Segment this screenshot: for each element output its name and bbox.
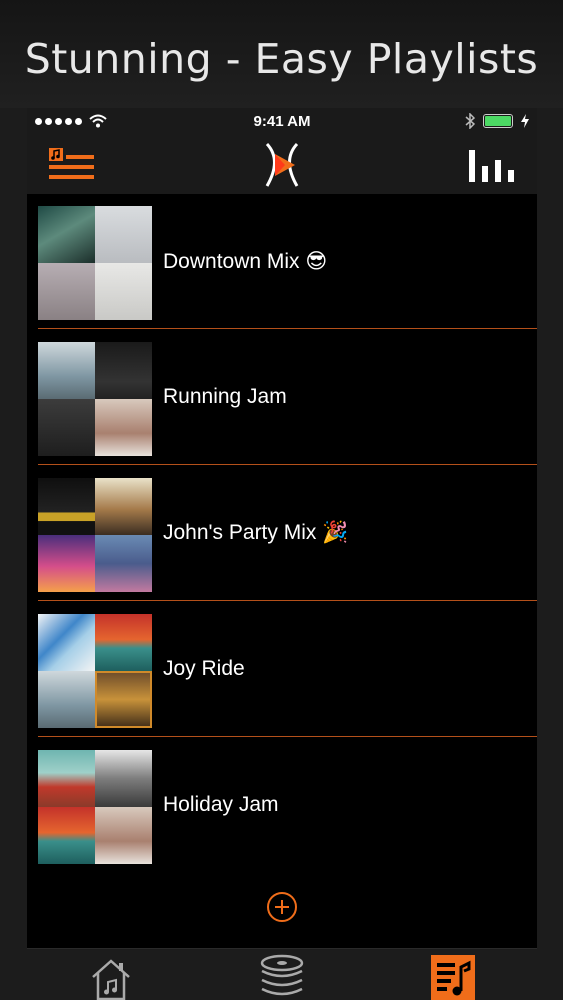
album-cover [38, 342, 95, 399]
row-divider [38, 600, 537, 601]
row-divider [38, 328, 537, 329]
album-cover [95, 399, 152, 456]
row-divider [38, 736, 537, 737]
playlist-title: Running Jam [163, 385, 287, 408]
album-cover [95, 614, 152, 671]
battery-icon [483, 114, 513, 128]
nav-bar [27, 136, 537, 194]
status-bar: 9:41 AM [27, 108, 537, 136]
album-cover [38, 750, 95, 807]
row-divider [38, 464, 537, 465]
album-cover [38, 206, 95, 263]
charging-bolt-icon [521, 114, 529, 128]
playlist-menu-icon[interactable] [47, 146, 95, 184]
phone-screen: 9:41 AM Downtown Mix 😎 Running Jam John'… [27, 108, 537, 1000]
library-stack-icon[interactable] [259, 953, 305, 1000]
playlist-row[interactable]: Downtown Mix 😎 [27, 204, 537, 340]
playlist-artwork [38, 614, 152, 728]
app-logo-icon [265, 142, 299, 187]
equalizer-icon[interactable] [467, 146, 515, 186]
album-cover [95, 671, 152, 728]
playlist-row[interactable]: Joy Ride [27, 612, 537, 748]
playlist-row[interactable]: Running Jam [27, 340, 537, 476]
playlist-row[interactable]: John's Party Mix 🎉 [27, 476, 537, 612]
playlist-row[interactable]: Holiday Jam [27, 748, 537, 884]
promo-headline: Stunning - Easy Playlists [0, 0, 563, 108]
bluetooth-icon [465, 113, 475, 129]
album-cover [38, 478, 95, 535]
playlist-artwork [38, 342, 152, 456]
album-cover [38, 263, 95, 320]
playlist-list: Downtown Mix 😎 Running Jam John's Party … [27, 204, 537, 884]
album-cover [95, 342, 152, 399]
album-cover [38, 671, 95, 728]
album-cover [95, 750, 152, 807]
album-cover [38, 535, 95, 592]
album-cover [38, 399, 95, 456]
playlist-title: Downtown Mix 😎 [163, 250, 328, 273]
tab-bar [27, 948, 537, 1000]
playlists-icon[interactable] [431, 955, 475, 1000]
home-music-icon[interactable] [89, 955, 133, 1000]
playlist-title: John's Party Mix 🎉 [163, 521, 349, 544]
album-cover [38, 614, 95, 671]
album-cover [95, 206, 152, 263]
status-time: 9:41 AM [253, 113, 311, 130]
playlist-title: Holiday Jam [163, 793, 279, 816]
playlist-title: Joy Ride [163, 657, 245, 680]
playlist-artwork [38, 478, 152, 592]
album-cover [95, 807, 152, 864]
playlist-artwork [38, 750, 152, 864]
album-cover [95, 263, 152, 320]
add-circle-icon[interactable] [266, 891, 298, 923]
playlist-artwork [38, 206, 152, 320]
album-cover [95, 535, 152, 592]
album-cover [95, 478, 152, 535]
album-cover [38, 807, 95, 864]
